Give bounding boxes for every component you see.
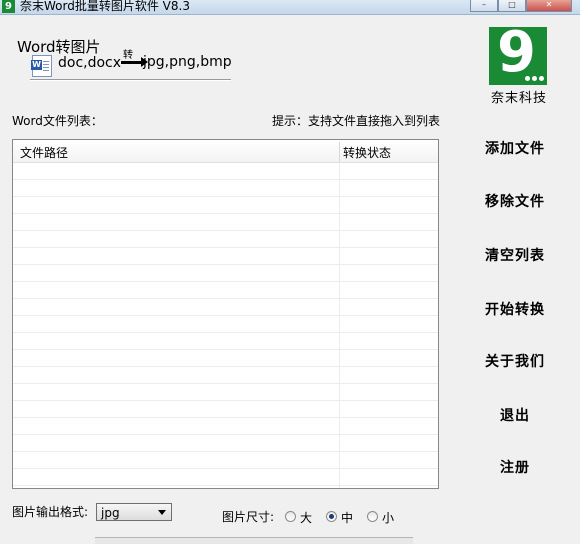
arrow-label: 转 [123, 50, 133, 61]
size-label-large: 大 [300, 511, 313, 525]
maximize-button[interactable]: □ [498, 0, 526, 12]
table-row[interactable] [13, 486, 438, 488]
table-row[interactable] [13, 452, 438, 469]
table-row[interactable] [13, 384, 438, 401]
table-row[interactable] [13, 282, 438, 299]
company-logo: 9 [489, 20, 547, 85]
header-divider [30, 79, 231, 81]
about-us-button[interactable]: 关于我们 [470, 347, 560, 377]
logo-digit: 9 [497, 20, 536, 85]
chevron-down-icon [158, 510, 166, 515]
minimize-button[interactable]: – [470, 0, 498, 12]
image-size-label: 图片尺寸: [222, 510, 275, 524]
file-list-label: Word文件列表： [12, 114, 103, 128]
close-button[interactable]: ✕ [526, 0, 572, 12]
table-header: 文件路径 转换状态 [13, 140, 438, 163]
output-format-select[interactable]: jpg [96, 503, 172, 521]
drag-hint: 提示：支持文件直接拖入到列表 [272, 114, 441, 128]
table-row[interactable] [13, 469, 438, 486]
target-formats: jpg,png,bmp [143, 54, 232, 70]
header-title: Word转图片 [17, 38, 101, 56]
window-controls: – □ ✕ [470, 0, 572, 12]
add-files-button[interactable]: 添加文件 [470, 134, 560, 164]
clear-list-button[interactable]: 清空列表 [470, 241, 560, 271]
window-title: 奈末Word批量转图片软件 V8.3 [20, 0, 190, 13]
table-row[interactable] [13, 214, 438, 231]
table-row[interactable] [13, 299, 438, 316]
table-row[interactable] [13, 197, 438, 214]
start-convert-button[interactable]: 开始转换 [470, 295, 560, 325]
column-header-path[interactable]: 文件路径 [20, 140, 68, 162]
table-row[interactable] [13, 435, 438, 452]
radio-indicator-selected [326, 511, 337, 522]
table-row[interactable] [13, 265, 438, 282]
exit-button[interactable]: 退出 [470, 401, 560, 431]
table-row[interactable] [13, 367, 438, 384]
radio-indicator [367, 511, 378, 522]
word-document-icon: W [31, 55, 52, 77]
arrow-right-icon [121, 57, 148, 67]
remove-file-button[interactable]: 移除文件 [470, 187, 560, 217]
table-row[interactable] [13, 180, 438, 197]
table-row[interactable] [13, 231, 438, 248]
radio-indicator [285, 511, 296, 522]
column-grid-line [339, 163, 340, 488]
table-row[interactable] [13, 163, 438, 180]
logo-dots [525, 76, 544, 81]
table-row[interactable] [13, 333, 438, 350]
logo-caption: 奈末科技 [490, 91, 547, 106]
column-divider[interactable] [339, 142, 340, 162]
table-row[interactable] [13, 401, 438, 418]
table-row[interactable] [13, 316, 438, 333]
file-list-table[interactable]: 文件路径 转换状态 [12, 139, 439, 489]
size-label-small: 小 [382, 511, 395, 525]
source-formats: doc,docx [58, 55, 122, 71]
table-row[interactable] [13, 418, 438, 435]
size-label-medium: 中 [341, 511, 354, 525]
table-row[interactable] [13, 248, 438, 265]
table-body[interactable] [13, 163, 438, 488]
register-button[interactable]: 注册 [470, 453, 560, 483]
output-format-label: 图片输出格式: [12, 505, 89, 519]
table-row[interactable] [13, 350, 438, 367]
app-icon: 9 [2, 0, 15, 13]
output-format-value: jpg [101, 506, 120, 520]
title-bar[interactable]: 9 奈末Word批量转图片软件 V8.3 – □ ✕ [0, 0, 580, 15]
column-header-status[interactable]: 转换状态 [343, 140, 391, 162]
